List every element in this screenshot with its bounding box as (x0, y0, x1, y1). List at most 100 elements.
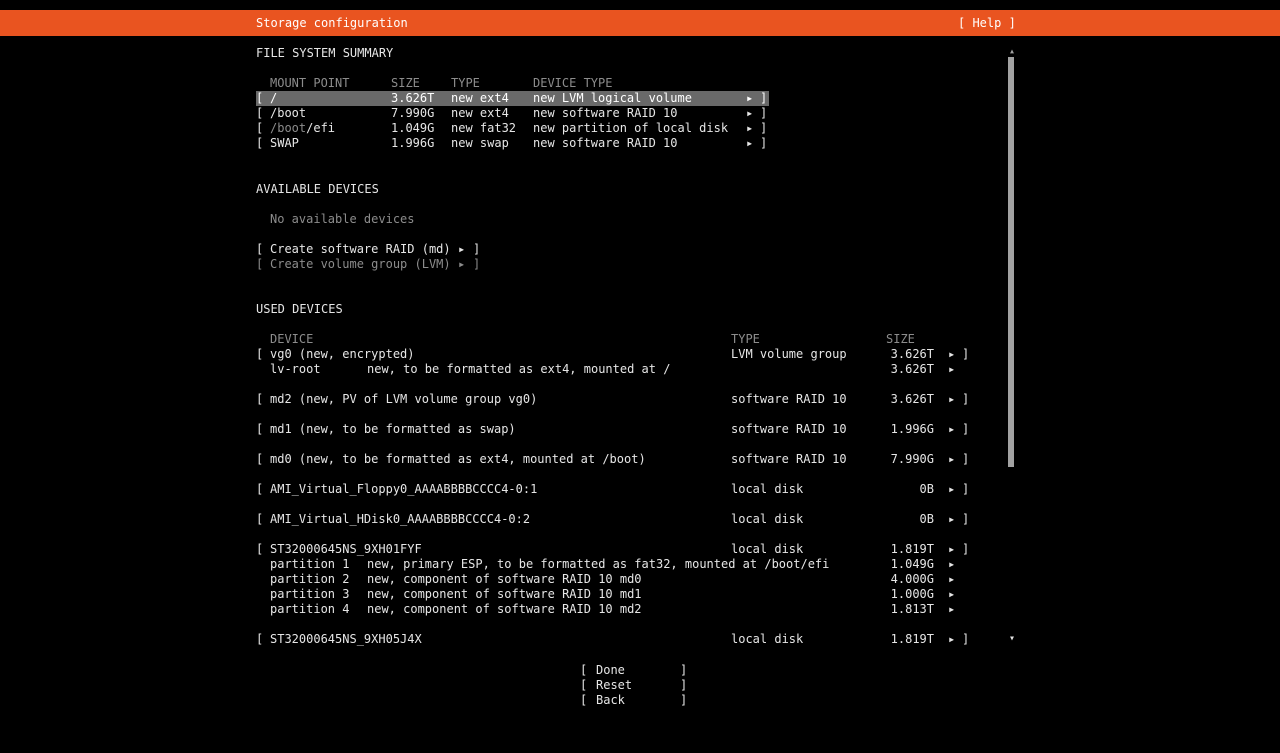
create-raid-label: Create software RAID (md) (270, 242, 451, 257)
size-value: 7.990G (856, 452, 934, 467)
partition-name: partition 1 (270, 557, 349, 572)
col-size: SIZE (391, 76, 420, 91)
used-row-disk2[interactable]: [ ST32000645NS_9XH05J4X local disk 1.819… (256, 632, 970, 647)
back-button[interactable]: [ Back ] (580, 693, 690, 708)
used-subrow-partition-1[interactable]: partition 1 new, primary ESP, to be form… (256, 557, 970, 572)
size-value: 3.626T (856, 347, 934, 362)
fs-row-root[interactable]: [ / 3.626T new ext4 new LVM logical volu… (256, 91, 769, 106)
right-bracket: ] (760, 106, 767, 121)
chevron-right-icon: ▸ (948, 602, 955, 617)
back-label: Back (596, 693, 625, 708)
size-value: 1.819T (856, 542, 934, 557)
partition-description: new, primary ESP, to be formatted as fat… (367, 557, 829, 572)
size-value: 3.626T (391, 91, 434, 106)
fs-type: new swap (451, 136, 509, 151)
fs-summary-heading: FILE SYSTEM SUMMARY (256, 46, 393, 61)
chevron-right-icon: ▸ (948, 557, 955, 572)
size-value: 1.996G (856, 422, 934, 437)
chevron-right-icon: ▸ (948, 452, 955, 467)
chevron-right-icon: ▸ (458, 242, 465, 257)
chevron-right-icon: ▸ (948, 512, 955, 527)
reset-button[interactable]: [ Reset ] (580, 678, 690, 693)
header-bar: Storage configuration [ Help ] (0, 10, 1280, 36)
help-button[interactable]: [ Help ] (958, 10, 1016, 36)
used-row-md0[interactable]: [ md0 (new, to be formatted as ext4, mou… (256, 452, 970, 467)
chevron-right-icon: ▸ (948, 632, 955, 647)
device-type: new software RAID 10 (533, 106, 678, 121)
left-bracket: [ (580, 663, 587, 678)
fs-row-boot-efi[interactable]: [ /boot/efi 1.049G new fat32 new partiti… (256, 121, 769, 136)
used-subrow-partition-4[interactable]: partition 4 new, component of software R… (256, 602, 970, 617)
mount-point: /boot/efi (270, 121, 335, 136)
fs-row-boot[interactable]: [ /boot 7.990G new ext4 new software RAI… (256, 106, 769, 121)
fs-type: new ext4 (451, 106, 509, 121)
mount-point: / (270, 91, 277, 106)
used-row-virtual-floppy[interactable]: [ AMI_Virtual_Floppy0_AAAABBBBCCCC4-0:1 … (256, 482, 970, 497)
scroll-down-icon[interactable]: ▾ (1006, 632, 1018, 646)
left-bracket: [ (256, 91, 263, 106)
size-value: 1.996G (391, 136, 434, 151)
chevron-right-icon: ▸ (458, 257, 465, 272)
chevron-right-icon: ▸ (746, 106, 753, 121)
col-size: SIZE (886, 332, 915, 347)
left-bracket: [ (580, 693, 587, 708)
right-bracket: ] (962, 482, 969, 497)
page-title: Storage configuration (256, 10, 408, 36)
left-bracket: [ (256, 242, 263, 257)
col-device: DEVICE (270, 332, 313, 347)
partition-description: new, component of software RAID 10 md1 (367, 587, 642, 602)
left-bracket: [ (580, 678, 587, 693)
fs-row-swap[interactable]: [ SWAP 1.996G new swap new software RAID… (256, 136, 769, 151)
used-row-md2[interactable]: [ md2 (new, PV of LVM volume group vg0) … (256, 392, 970, 407)
device-name: md2 (new, PV of LVM volume group vg0) (270, 392, 537, 407)
chevron-right-icon: ▸ (948, 572, 955, 587)
size-value: 3.626T (856, 362, 934, 377)
used-devices-column-headers: DEVICE TYPE SIZE (256, 332, 970, 347)
size-value: 1.813T (856, 602, 934, 617)
col-type: TYPE (451, 76, 480, 91)
no-available-devices-text: No available devices (270, 212, 415, 227)
size-value: 4.000G (856, 572, 934, 587)
size-value: 1.000G (856, 587, 934, 602)
size-value: 1.049G (391, 121, 434, 136)
available-devices-heading: AVAILABLE DEVICES (256, 182, 379, 197)
size-value: 1.049G (856, 557, 934, 572)
chevron-right-icon: ▸ (948, 347, 955, 362)
left-bracket: [ (256, 136, 263, 151)
left-bracket: [ (256, 422, 263, 437)
partition-name: partition 2 (270, 572, 349, 587)
used-row-md1[interactable]: [ md1 (new, to be formatted as swap) sof… (256, 422, 970, 437)
used-row-disk1[interactable]: [ ST32000645NS_9XH01FYF local disk 1.819… (256, 542, 970, 557)
create-software-raid-button[interactable]: [ Create software RAID (md) ▸ ] (256, 242, 496, 257)
chevron-right-icon: ▸ (948, 542, 955, 557)
left-bracket: [ (256, 106, 263, 121)
left-bracket: [ (256, 452, 263, 467)
size-value: 1.819T (856, 632, 934, 647)
done-button[interactable]: [ Done ] (580, 663, 690, 678)
chevron-right-icon: ▸ (948, 482, 955, 497)
right-bracket: ] (680, 663, 687, 678)
size-value: 0B (856, 482, 934, 497)
used-row-vg0[interactable]: [ vg0 (new, encrypted) LVM volume group … (256, 347, 970, 362)
device-type: new partition of local disk (533, 121, 728, 136)
used-subrow-partition-3[interactable]: partition 3 new, component of software R… (256, 587, 970, 602)
chevron-right-icon: ▸ (746, 121, 753, 136)
used-subrow-partition-2[interactable]: partition 2 new, component of software R… (256, 572, 970, 587)
left-bracket: [ (256, 632, 263, 647)
used-row-virtual-hdisk[interactable]: [ AMI_Virtual_HDisk0_AAAABBBBCCCC4-0:2 l… (256, 512, 970, 527)
device-type: local disk (731, 482, 803, 497)
device-type: local disk (731, 632, 803, 647)
right-bracket: ] (760, 121, 767, 136)
device-name: ST32000645NS_9XH01FYF (270, 542, 422, 557)
device-type: software RAID 10 (731, 422, 847, 437)
scrollbar-thumb[interactable] (1008, 57, 1014, 467)
device-type: LVM volume group (731, 347, 847, 362)
right-bracket: ] (760, 91, 767, 106)
used-subrow-lv-root[interactable]: lv-root new, to be formatted as ext4, mo… (256, 362, 970, 377)
size-value: 7.990G (391, 106, 434, 121)
used-devices-heading: USED DEVICES (256, 302, 343, 317)
create-volume-group-button[interactable]: [ Create volume group (LVM) ▸ ] (256, 257, 496, 272)
right-bracket: ] (473, 242, 480, 257)
device-type: local disk (731, 542, 803, 557)
left-bracket: [ (256, 392, 263, 407)
